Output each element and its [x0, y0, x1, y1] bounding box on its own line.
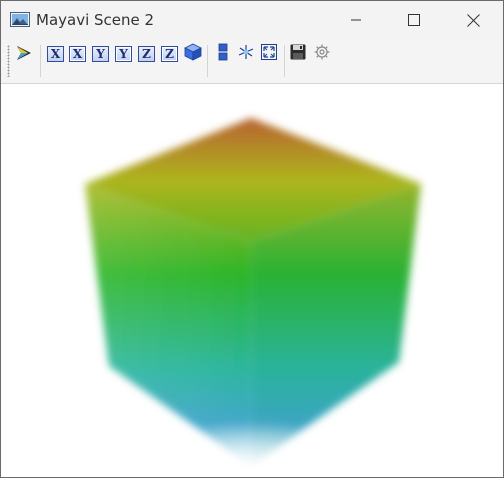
window-title: Mayavi Scene 2 [36, 11, 155, 29]
gear-icon [313, 43, 331, 66]
mayavi-scene-window: Mayavi Scene 2 X X Y Y Z Z [0, 0, 504, 478]
parallel-projection-button[interactable] [212, 43, 234, 65]
minimize-button[interactable] [327, 1, 385, 39]
view-y-plus-button[interactable]: Y [92, 46, 109, 62]
mayavi-logo-icon [14, 43, 34, 68]
maximize-icon [408, 14, 420, 26]
title-bar[interactable]: Mayavi Scene 2 [1, 1, 503, 39]
minimize-icon [350, 14, 362, 26]
volume-rendered-cube [84, 118, 422, 466]
view-y-minus-button[interactable]: Y [115, 46, 132, 62]
mayavi-pipeline-button[interactable] [13, 44, 35, 66]
view-x-plus-button[interactable]: X [47, 46, 64, 62]
parallel-bars-icon [217, 43, 229, 66]
cube-icon [184, 43, 202, 66]
render-scene[interactable] [1, 84, 503, 477]
floppy-disk-icon [290, 44, 306, 65]
toolbar-separator [207, 45, 208, 77]
toolbar-grip[interactable] [7, 45, 10, 77]
view-x-minus-button[interactable]: X [69, 46, 86, 62]
close-icon [466, 13, 480, 27]
view-z-minus-button[interactable]: Z [161, 46, 178, 62]
isometric-view-button[interactable] [182, 43, 204, 65]
save-scene-button[interactable] [287, 43, 309, 65]
close-button[interactable] [444, 1, 502, 39]
scene-toolbar: X X Y Y Z Z [1, 39, 503, 84]
axes-icon [237, 43, 255, 66]
landscape-image-icon [10, 12, 30, 27]
maximize-button[interactable] [385, 1, 443, 39]
toolbar-separator [284, 45, 285, 77]
configure-scene-button[interactable] [311, 43, 333, 65]
fullscreen-icon [260, 43, 278, 66]
toolbar-separator [40, 45, 41, 77]
full-screen-button[interactable] [258, 43, 280, 65]
toggle-axes-button[interactable] [235, 43, 257, 65]
view-z-plus-button[interactable]: Z [138, 46, 155, 62]
